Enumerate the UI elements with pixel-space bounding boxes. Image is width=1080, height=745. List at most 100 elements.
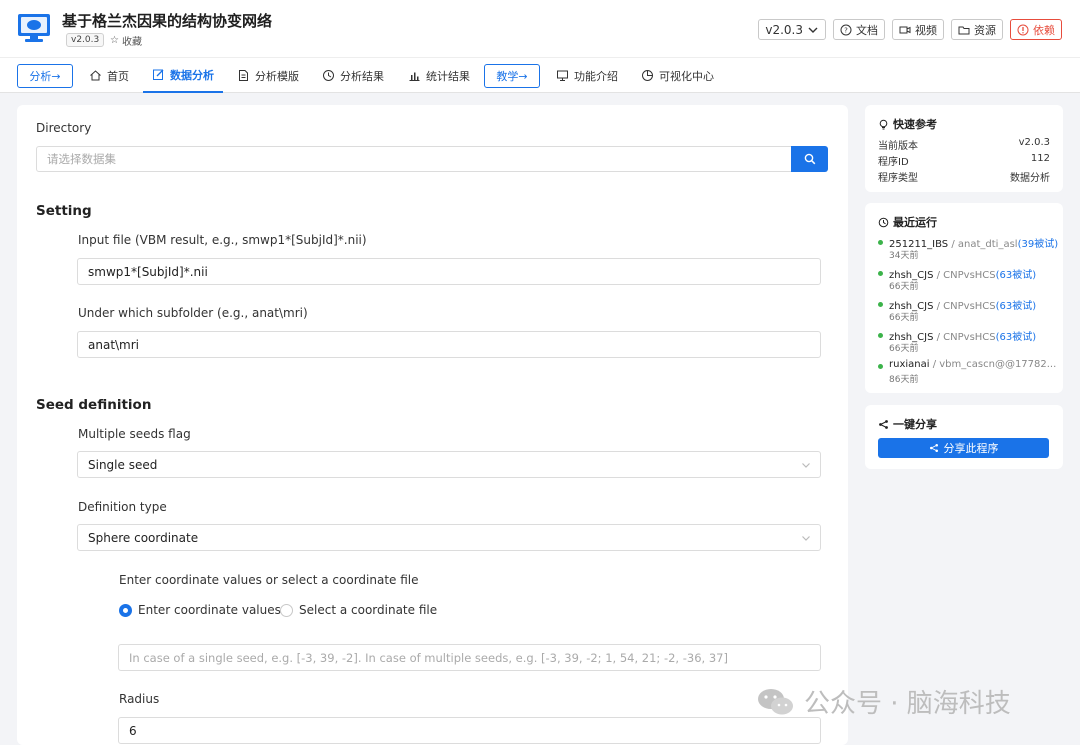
share-title: 一键分享	[878, 416, 937, 432]
favorite-label: 收藏	[121, 37, 142, 48]
bar-chart-icon	[409, 72, 420, 81]
radio-select-coordinate-file-label: Select a coordinate file	[299, 603, 438, 617]
nav-results[interactable]: 分析结果	[322, 58, 384, 93]
subfolder-field[interactable]: anat\mri	[77, 331, 821, 358]
radius-field[interactable]: 6	[118, 717, 821, 744]
main-nav: 分析→ 首页 数据分析 分析模版 分析结果 统计结果 教学→ 功能介绍 可视化中…	[0, 57, 1080, 93]
nav-home[interactable]: 首页	[89, 58, 129, 93]
home-icon	[90, 70, 101, 81]
quick-reference-title-text: 快速参考	[893, 118, 937, 131]
nav-data-analysis[interactable]: 数据分析	[143, 58, 223, 93]
nav-stats[interactable]: 统计结果	[408, 58, 470, 93]
multiple-seeds-value: Single seed	[88, 457, 158, 472]
favorite-button[interactable]: ☆ 收藏	[110, 33, 142, 48]
video-label: 视频	[915, 23, 937, 37]
directory-input[interactable]: 请选择数据集	[36, 146, 792, 172]
recent-runs-card: 最近运行 251211_IBS / anat_dti_asl(39被试) 34天…	[865, 203, 1063, 393]
nav-home-label: 首页	[107, 69, 129, 83]
run-count: (63被试)	[995, 270, 1037, 281]
wechat-icon	[758, 688, 793, 714]
run-project: anat_dti_asl	[957, 239, 1018, 250]
quick-ref-value: v2.0.3	[1018, 137, 1050, 148]
dependencies-label: 依赖	[1033, 23, 1055, 37]
radio-checked-icon	[119, 603, 132, 617]
radius-label: Radius	[119, 692, 160, 706]
run-time: 66天前	[889, 344, 919, 354]
nav-features-label: 功能介绍	[574, 69, 618, 83]
run-time: 66天前	[889, 313, 919, 323]
status-dot	[878, 271, 883, 276]
video-icon	[899, 26, 911, 33]
quick-ref-key: 程序ID	[878, 157, 909, 168]
history-icon	[323, 70, 334, 81]
watermark-text: 公众号 · 脑海科技	[804, 689, 1011, 719]
search-icon	[804, 153, 815, 165]
docs-button[interactable]: ? 文档	[833, 19, 885, 40]
status-dot	[878, 364, 883, 369]
quick-ref-row: 程序类型 数据分析	[878, 169, 1050, 184]
resources-button[interactable]: 资源	[951, 19, 1003, 40]
nav-results-label: 分析结果	[340, 69, 384, 83]
coordinate-values-input[interactable]: In case of a single seed, e.g. [-3, 39, …	[118, 644, 821, 671]
help-icon: ?	[840, 24, 852, 35]
app-logo-icon	[18, 14, 50, 42]
coordinate-prompt-label: Enter coordinate values or select a coor…	[119, 573, 419, 587]
radio-unchecked-icon	[280, 603, 293, 617]
teach-pill-button[interactable]: 教学→	[484, 64, 540, 88]
lightbulb-icon	[879, 119, 888, 129]
radio-enter-coordinates-label: Enter coordinate values	[138, 603, 281, 617]
chevron-down-icon	[802, 463, 810, 468]
analysis-pill-button[interactable]: 分析→	[17, 64, 73, 88]
svg-text:?: ?	[844, 26, 848, 34]
quick-reference-card: 快速参考 当前版本 v2.0.3 程序ID 112 程序类型 数据分析	[865, 105, 1063, 192]
run-time: 34天前	[889, 251, 919, 261]
radio-select-coordinate-file[interactable]: Select a coordinate file	[280, 603, 437, 617]
docs-label: 文档	[856, 23, 878, 37]
run-project: CNPvsHCS	[943, 270, 996, 281]
document-icon	[239, 70, 248, 81]
run-count: (63被试)	[995, 332, 1037, 343]
share-program-button[interactable]: 分享此程序	[878, 438, 1049, 458]
video-button[interactable]: 视频	[892, 19, 944, 40]
alert-icon	[1017, 24, 1029, 35]
folder-icon	[958, 26, 970, 34]
input-file-field[interactable]: smwp1*[SubjId]*.nii	[77, 258, 821, 285]
run-time: 66天前	[889, 282, 919, 292]
run-project: CNPvsHCS	[943, 332, 996, 343]
version-dropdown[interactable]: v2.0.3	[758, 19, 826, 40]
radio-enter-coordinates[interactable]: Enter coordinate values	[119, 603, 281, 617]
share-icon	[929, 444, 938, 452]
multiple-seeds-select[interactable]: Single seed	[77, 451, 821, 478]
run-user: ruxianai	[889, 359, 930, 370]
pie-chart-icon	[642, 70, 653, 81]
seed-definition-section-title: Seed definition	[36, 397, 152, 413]
directory-search-button[interactable]	[791, 146, 828, 172]
run-time: 86天前	[889, 375, 919, 385]
share-title-text: 一键分享	[893, 418, 937, 431]
nav-stats-label: 统计结果	[426, 69, 470, 83]
quick-reference-title: 快速参考	[878, 116, 937, 132]
presentation-icon	[557, 70, 568, 81]
quick-ref-value: 数据分析	[1010, 173, 1050, 184]
dependencies-button[interactable]: 依赖	[1010, 19, 1062, 40]
quick-ref-key: 程序类型	[878, 173, 918, 184]
status-dot	[878, 240, 883, 245]
star-icon: ☆	[110, 35, 119, 46]
multiple-seeds-label: Multiple seeds flag	[78, 427, 191, 441]
status-dot	[878, 302, 883, 307]
setting-section-title: Setting	[36, 203, 92, 219]
run-count: (63被试)	[995, 301, 1037, 312]
nav-templates[interactable]: 分析模版	[237, 58, 299, 93]
form-panel: Directory 请选择数据集 Setting Input file (VBM…	[17, 105, 848, 745]
definition-type-select[interactable]: Sphere coordinate	[77, 524, 821, 551]
run-count: (39被试)	[1017, 239, 1059, 250]
nav-viz-center-label: 可视化中心	[659, 69, 714, 83]
nav-templates-label: 分析模版	[255, 69, 299, 83]
nav-viz-center[interactable]: 可视化中心	[641, 58, 714, 93]
resources-label: 资源	[974, 23, 996, 37]
run-project: vbm_cascn@@17782...	[939, 359, 1057, 370]
status-dot	[878, 333, 883, 338]
quick-ref-row: 当前版本 v2.0.3	[878, 137, 1050, 152]
nav-features[interactable]: 功能介绍	[556, 58, 618, 93]
share-card: 一键分享 分享此程序	[865, 405, 1063, 469]
